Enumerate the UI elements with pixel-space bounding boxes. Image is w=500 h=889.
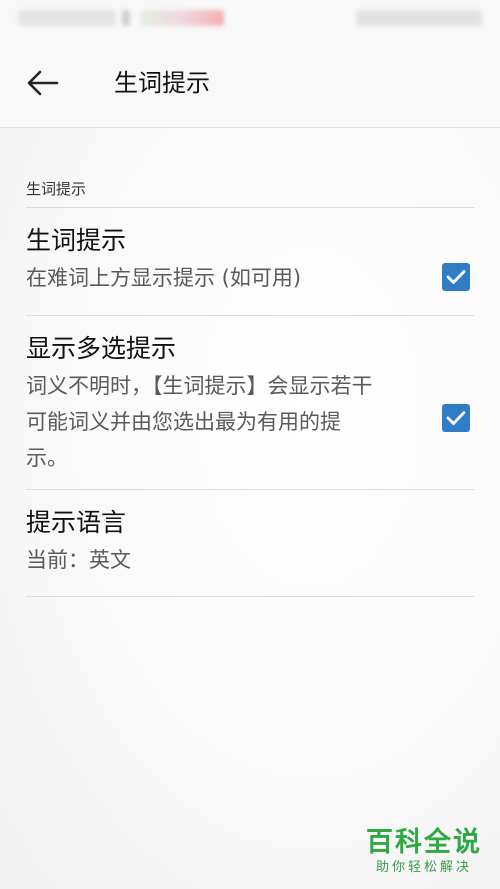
- word-hint-checkbox[interactable]: [442, 263, 470, 291]
- status-bar-blurred-info: [122, 10, 130, 26]
- watermark-subtitle: 助你轻松解决: [375, 860, 472, 875]
- pref-title: 提示语言: [26, 508, 127, 537]
- status-bar: [0, 0, 500, 36]
- multiple-choice-checkbox[interactable]: [442, 404, 470, 432]
- pref-title: 生词提示: [26, 226, 127, 255]
- status-bar-blurred-info: [356, 10, 482, 26]
- pref-summary: 当前：英文: [26, 548, 131, 572]
- watermark-title: 百科全说: [366, 827, 482, 858]
- pref-title: 显示多选提示: [26, 334, 177, 363]
- section-header: 生词提示: [26, 180, 87, 198]
- status-bar-blurred-info: [140, 10, 224, 26]
- app-bar: 生词提示: [0, 36, 500, 128]
- pref-summary: 词义不明时，【生词提示】会显示若干可能词义并由您选出最为有用的提示。: [26, 374, 373, 470]
- watermark-logo: 百科全说 助你轻松解决: [366, 827, 482, 877]
- pref-word-hint[interactable]: 生词提示 在难词上方显示提示 (如可用): [0, 208, 500, 315]
- settings-list: 生词提示 生词提示 在难词上方显示提示 (如可用) 显示多选提示 词义不明时，【…: [0, 128, 500, 889]
- pref-summary: 在难词上方显示提示 (如可用): [26, 266, 302, 290]
- back-button[interactable]: [22, 62, 64, 104]
- checkmark-icon: [446, 411, 466, 425]
- pref-hint-language[interactable]: 提示语言 当前：英文: [0, 490, 500, 596]
- pref-multiple-choice-hint[interactable]: 显示多选提示 词义不明时，【生词提示】会显示若干可能词义并由您选出最为有用的提示…: [0, 316, 500, 490]
- status-bar-blurred-info: [18, 10, 116, 26]
- page-title: 生词提示: [114, 69, 210, 97]
- row-divider: [26, 596, 474, 597]
- arrow-left-icon: [27, 70, 59, 96]
- checkmark-icon: [446, 270, 466, 284]
